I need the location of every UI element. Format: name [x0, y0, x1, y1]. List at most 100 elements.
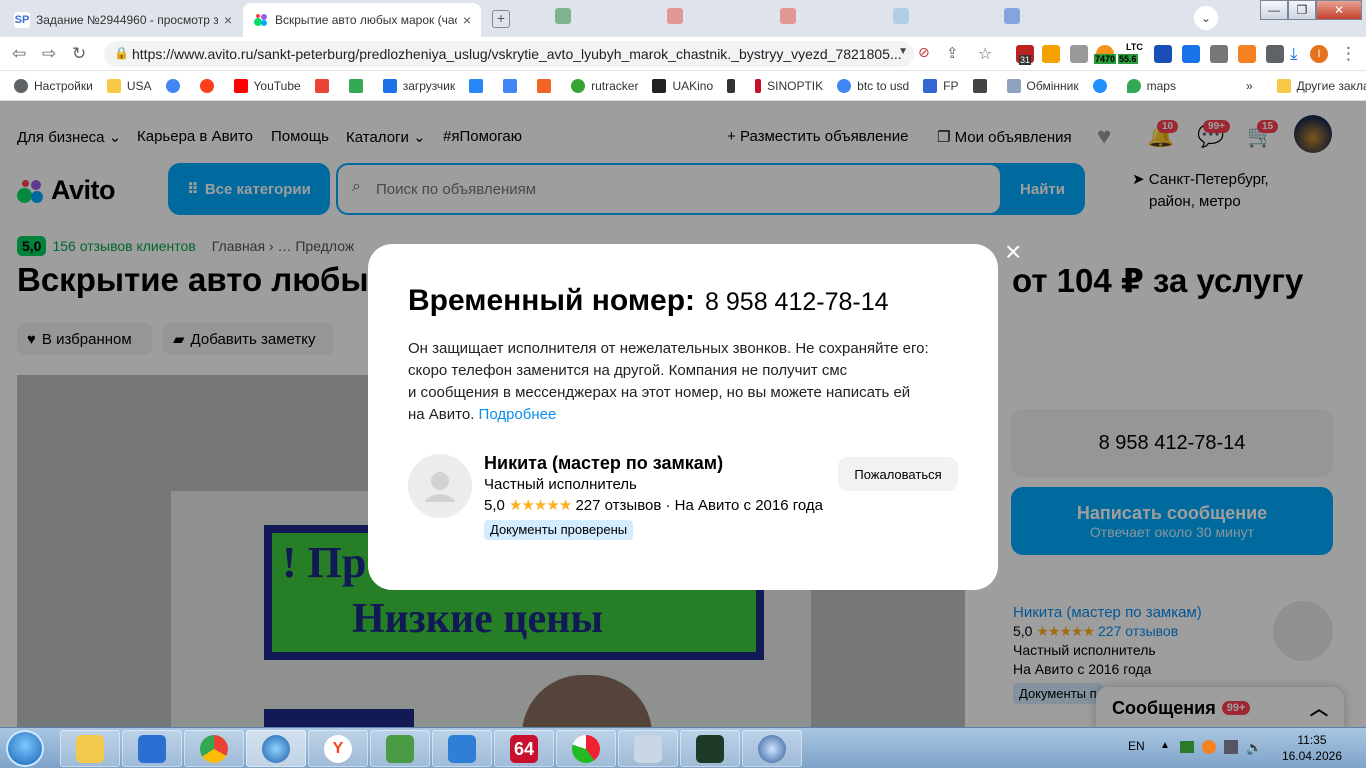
extension-save-icon[interactable]: [1210, 45, 1228, 63]
bookmark-youtube[interactable]: YouTube: [233, 78, 301, 93]
tab-favicon-icon[interactable]: [555, 8, 571, 24]
share-icon[interactable]: ⇪: [946, 44, 959, 62]
tray-volume-icon[interactable]: 🔊: [1246, 740, 1262, 756]
language-indicator[interactable]: EN: [1128, 739, 1145, 753]
sinoptik-icon: [755, 78, 762, 93]
taskbar-calculator[interactable]: [618, 730, 678, 767]
close-tab-icon[interactable]: ×: [463, 12, 471, 28]
taskbar-network[interactable]: [246, 730, 306, 767]
taskbar-app-w[interactable]: [122, 730, 182, 767]
forward-arrow-icon[interactable]: ⇨: [42, 44, 56, 64]
downloads-icon[interactable]: ⤓: [1290, 44, 1298, 64]
complain-button[interactable]: Пожаловаться: [838, 457, 958, 491]
shield-w-icon: [138, 734, 166, 763]
chrome-icon: [200, 734, 228, 763]
globe-icon: [262, 734, 290, 763]
tray-app-icon[interactable]: [1180, 741, 1194, 753]
bookmark-figure[interactable]: [727, 78, 741, 93]
tab-task[interactable]: SP Задание №2944960 - просмотр з ×: [4, 3, 242, 37]
taskbar-app-chart[interactable]: [556, 730, 616, 767]
taskbar-clock-app[interactable]: [742, 730, 802, 767]
extension-briefcase-icon[interactable]: [1070, 45, 1088, 63]
taskbar-explorer[interactable]: [60, 730, 120, 767]
taskbar-app-64[interactable]: 64: [494, 730, 554, 767]
bookmark-drive[interactable]: [348, 78, 369, 93]
tab-favicon-icon[interactable]: [893, 8, 909, 24]
exchanger-icon: [1006, 78, 1021, 93]
yandex-browser-icon: Y: [324, 734, 352, 763]
gmail-icon: [314, 78, 329, 93]
modal-reviews-link[interactable]: 227 отзывов: [575, 497, 661, 514]
bookmark-star-icon[interactable]: ☆: [978, 44, 992, 64]
maximize-button[interactable]: ❐: [1288, 0, 1316, 20]
back-arrow-icon[interactable]: ⇦: [12, 44, 26, 64]
bookmark-settings[interactable]: Настройки: [14, 78, 93, 93]
tab-favicon-icon[interactable]: [667, 8, 683, 24]
extension-calendar-icon[interactable]: 31: [1016, 45, 1034, 65]
folder-icon: [76, 734, 104, 763]
bookmark-f[interactable]: [537, 78, 557, 93]
taskbar-monitor[interactable]: [680, 730, 740, 767]
pie-app-icon: [572, 734, 600, 763]
bookmark-maps[interactable]: maps: [1126, 78, 1176, 93]
start-button[interactable]: [6, 730, 44, 767]
tray-rss-icon[interactable]: [1202, 740, 1216, 754]
url-dropdown-icon[interactable]: ▼: [898, 46, 908, 57]
bookmark-star[interactable]: [1092, 78, 1113, 93]
bookmark-vk[interactable]: [469, 78, 489, 93]
extensions-puzzle-icon[interactable]: [1266, 45, 1284, 63]
modal-close-icon[interactable]: ×: [1005, 238, 1021, 266]
taskbar-chrome[interactable]: [184, 730, 244, 767]
extension-v-icon[interactable]: [1154, 45, 1172, 63]
tab-favicon-icon[interactable]: [780, 8, 796, 24]
taskbar-app-money[interactable]: [370, 730, 430, 767]
more-info-link[interactable]: Подробнее: [479, 406, 557, 423]
minimize-button[interactable]: —: [1260, 0, 1288, 20]
bookmark-exchanger[interactable]: Обмінник: [1006, 78, 1079, 93]
bookmark-yandex[interactable]: [199, 78, 220, 93]
close-tab-icon[interactable]: ×: [224, 12, 232, 28]
bookmark-sinoptik[interactable]: SINOPTIK: [755, 78, 823, 93]
extension-download-icon[interactable]: [1182, 45, 1200, 63]
bookmark-translate[interactable]: [503, 78, 523, 93]
new-tab-button[interactable]: +: [492, 10, 510, 28]
extension-shield-icon[interactable]: [1042, 45, 1060, 63]
bookmark-gmail[interactable]: [314, 78, 335, 93]
modal-seller-avatar[interactable]: [408, 454, 472, 518]
blocked-icon[interactable]: ⊘: [918, 44, 930, 61]
bookmarks-more-button[interactable]: »: [1246, 79, 1253, 93]
bookmark-google[interactable]: [165, 78, 186, 93]
url-field[interactable]: 🔒 https://www.avito.ru/sankt-peterburg/p…: [104, 41, 914, 67]
windows-taskbar: Y 64 EN ▲ 🔊 11:35 16.04.2026: [0, 727, 1366, 768]
tab-avito[interactable]: Вскрытие авто любых марок (час ×: [243, 3, 481, 37]
bookmark-loader[interactable]: загрузчик: [382, 78, 455, 93]
extension-ltc-widget[interactable]: LTC 7470 55.6: [1094, 42, 1148, 64]
tray-network-icon[interactable]: [1224, 740, 1238, 754]
profile-avatar-icon[interactable]: I: [1310, 45, 1328, 63]
bookmark-fp[interactable]: FP: [923, 78, 959, 93]
close-window-button[interactable]: ✕: [1316, 0, 1362, 20]
tab-favicon-icon[interactable]: [1004, 8, 1020, 24]
calculator-icon: [634, 734, 662, 763]
translate-icon: [503, 78, 518, 93]
tray-expand-icon[interactable]: ▲: [1160, 740, 1170, 751]
bookmark-uakino[interactable]: UAKino: [652, 78, 713, 93]
bookmark-bc[interactable]: [972, 78, 993, 93]
temporary-number-modal: Временный номер: 8 958 412-78-14 Он защи…: [368, 244, 998, 590]
system-clock[interactable]: 11:35 16.04.2026: [1282, 732, 1342, 764]
bookmark-btc[interactable]: btc to usd: [837, 78, 909, 93]
reload-icon[interactable]: ↻: [72, 44, 86, 64]
avito-page: Для бизнеса ⌄ Карьера в Авито Помощь Кат…: [0, 101, 1366, 727]
other-bookmarks[interactable]: Другие закладки: [1276, 78, 1366, 93]
sp-favicon-icon: SP: [14, 12, 30, 28]
tab-search-chevron-icon[interactable]: ⌄: [1194, 6, 1218, 30]
taskbar-player[interactable]: [432, 730, 492, 767]
bookmark-usa[interactable]: USA: [106, 78, 152, 93]
app-64-icon: 64: [510, 734, 538, 763]
taskbar-yandex[interactable]: Y: [308, 730, 368, 767]
modal-seller-name[interactable]: Никита (мастер по замкам): [484, 453, 823, 474]
menu-dots-icon[interactable]: ⋮: [1340, 44, 1357, 64]
gear-icon: [14, 78, 28, 93]
extension-rss-icon[interactable]: [1238, 45, 1256, 63]
bookmark-rutracker[interactable]: rutracker: [571, 78, 638, 93]
